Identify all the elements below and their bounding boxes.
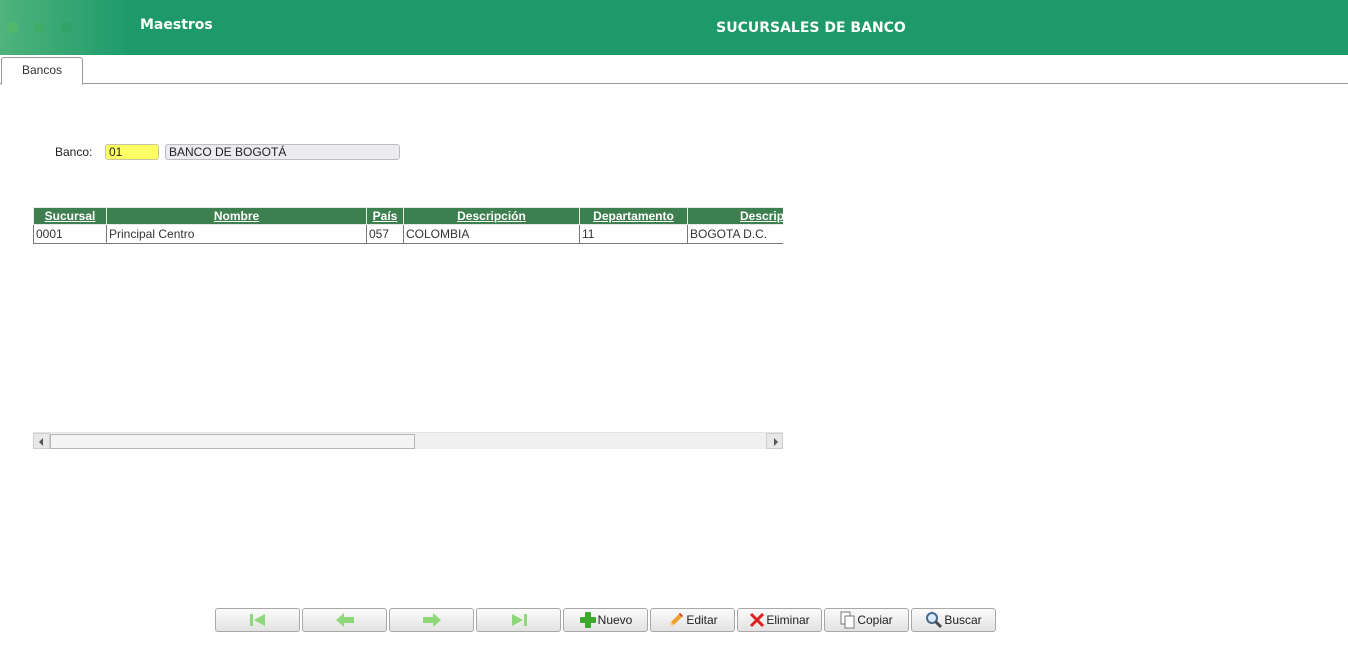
nuevo-button[interactable]: Nuevo — [563, 608, 648, 632]
tab-bar: Bancos — [0, 55, 1348, 85]
plus-icon — [579, 612, 596, 628]
banco-code-field[interactable]: 01 — [105, 144, 159, 160]
scroll-right-icon — [774, 438, 778, 446]
scroll-left-button[interactable] — [33, 433, 50, 449]
horizontal-scrollbar[interactable] — [33, 432, 783, 449]
scrollbar-thumb[interactable] — [50, 434, 415, 449]
last-icon — [511, 614, 527, 626]
tab-bancos[interactable]: Bancos — [1, 57, 83, 85]
banco-label: Banco: — [55, 145, 93, 159]
search-icon — [926, 612, 943, 629]
cell-departamento[interactable]: 11 — [579, 224, 688, 244]
banco-name-field: BANCO DE BOGOTÁ — [165, 144, 400, 160]
pencil-icon — [670, 613, 684, 626]
scroll-right-button[interactable] — [766, 433, 783, 449]
cell-pais[interactable]: 057 — [366, 224, 404, 244]
editar-button[interactable]: Editar — [650, 608, 735, 632]
cell-nombre[interactable]: Principal Centro — [106, 224, 367, 244]
sucursales-grid: Sucursal Nombre País Descripción Departa… — [33, 207, 783, 432]
copiar-label: Copiar — [857, 613, 893, 627]
cell-sucursal[interactable]: 0001 — [33, 224, 107, 244]
column-header-departamento[interactable]: Departamento — [579, 207, 688, 225]
nuevo-label: Nuevo — [597, 613, 633, 627]
column-header-descripcion-depto[interactable]: Descripción — [687, 207, 783, 225]
buscar-label: Buscar — [944, 613, 982, 627]
buscar-button[interactable]: Buscar — [911, 608, 996, 632]
copy-icon — [840, 611, 855, 629]
column-header-nombre[interactable]: Nombre — [106, 207, 367, 225]
editar-label: Editar — [686, 613, 718, 627]
first-icon — [249, 614, 265, 626]
prev-icon — [335, 613, 354, 627]
header-bar: Maestros SUCURSALES DE BANCO — [0, 0, 1348, 55]
previous-record-button[interactable] — [302, 608, 387, 632]
copiar-button[interactable]: Copiar — [824, 608, 909, 632]
grid-header-row: Sucursal Nombre País Descripción Departa… — [33, 207, 783, 225]
next-record-button[interactable] — [389, 608, 474, 632]
table-row[interactable]: 0001 Principal Centro 057 COLOMBIA 11 BO… — [33, 224, 783, 244]
next-icon — [422, 613, 441, 627]
cell-descripcion[interactable]: COLOMBIA — [403, 224, 580, 244]
delete-x-icon — [750, 612, 765, 628]
last-record-button[interactable] — [476, 608, 561, 632]
eliminar-label: Eliminar — [766, 613, 810, 627]
scroll-left-icon — [39, 438, 43, 446]
column-header-descripcion[interactable]: Descripción — [403, 207, 580, 225]
eliminar-button[interactable]: Eliminar — [737, 608, 822, 632]
first-record-button[interactable] — [215, 608, 300, 632]
page-title: SUCURSALES DE BANCO — [716, 20, 906, 36]
column-header-pais[interactable]: País — [366, 207, 404, 225]
column-header-sucursal[interactable]: Sucursal — [33, 207, 107, 225]
cell-descripcion-depto[interactable]: BOGOTA D.C. — [687, 224, 783, 244]
